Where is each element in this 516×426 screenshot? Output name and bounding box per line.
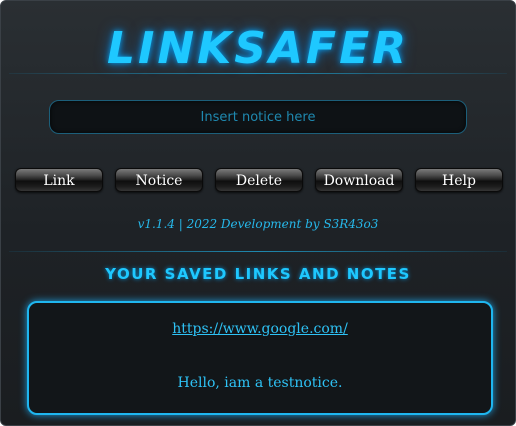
version-info: v1.1.4 | 2022 Development by S3R43o3 bbox=[137, 217, 379, 231]
saved-link-item[interactable]: https://www.google.com/ bbox=[29, 321, 491, 337]
download-button[interactable]: Download bbox=[315, 168, 403, 192]
link-button[interactable]: Link bbox=[15, 168, 103, 192]
saved-section-title: YOUR SAVED LINKS AND NOTES bbox=[105, 265, 411, 283]
app-window: LINKSAFER Link Notice Delete Download He… bbox=[0, 0, 516, 426]
notice-input[interactable] bbox=[49, 100, 467, 134]
button-toolbar: Link Notice Delete Download Help bbox=[15, 168, 505, 192]
section-divider bbox=[9, 251, 507, 252]
notice-button[interactable]: Notice bbox=[115, 168, 203, 192]
delete-button[interactable]: Delete bbox=[215, 168, 303, 192]
header-divider bbox=[9, 73, 507, 74]
saved-note-item: Hello, iam a testnotice. bbox=[177, 375, 343, 391]
help-button[interactable]: Help bbox=[415, 168, 503, 192]
saved-items-panel: https://www.google.com/ Hello, iam a tes… bbox=[27, 301, 493, 415]
app-logo: LINKSAFER bbox=[106, 23, 410, 74]
